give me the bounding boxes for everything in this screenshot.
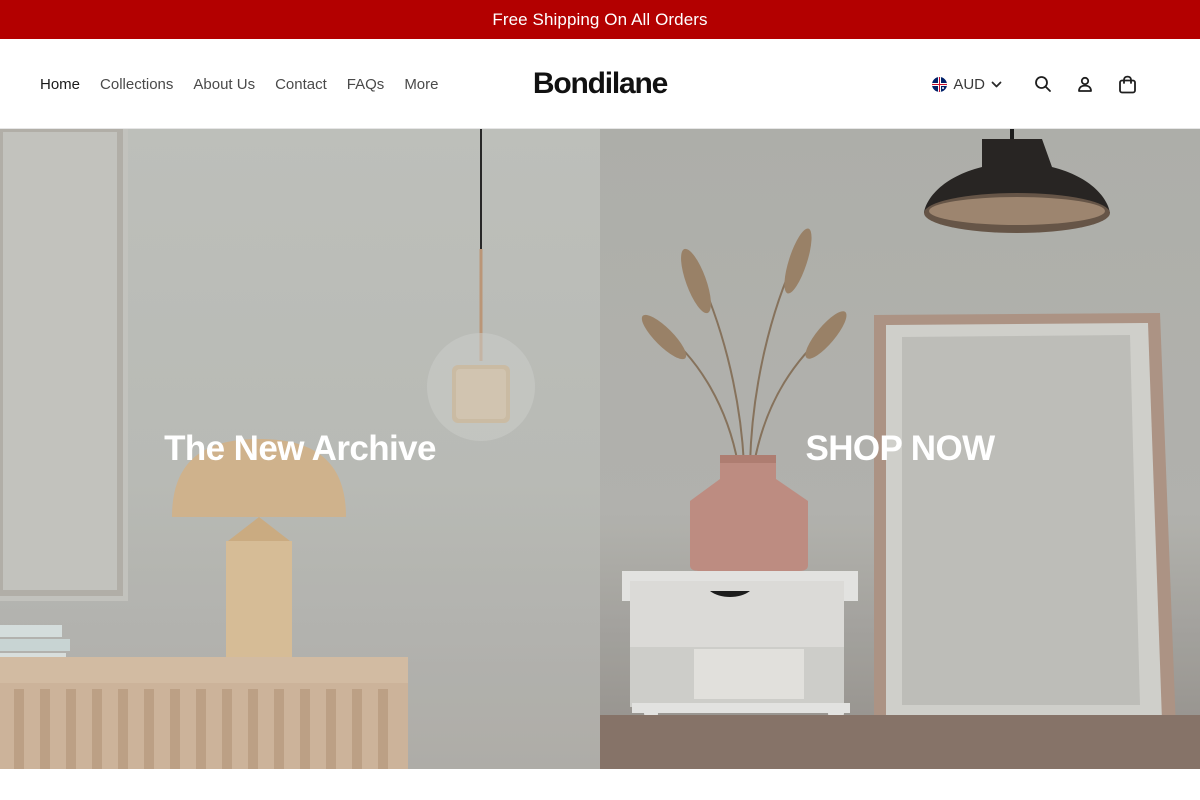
chevron-down-icon [991, 81, 1002, 87]
currency-selector[interactable]: AUD [932, 76, 1002, 93]
announcement-bar: Free Shipping On All Orders [0, 0, 1200, 39]
hero-heading-new-archive[interactable]: The New Archive [0, 427, 600, 471]
nav-item-about-us[interactable]: About Us [193, 76, 255, 93]
hero-banner: The New Archive SHOP NOW [0, 129, 1200, 769]
search-icon [1035, 76, 1051, 92]
site-header: Home Collections About Us Contact FAQs M… [0, 39, 1200, 129]
brand-logo[interactable]: Bondilane [500, 39, 700, 129]
currency-label: AUD [953, 75, 985, 93]
hero-panel-left[interactable]: The New Archive [0, 129, 600, 769]
hero-panel-right[interactable]: SHOP NOW [600, 129, 1200, 769]
account-button[interactable] [1064, 63, 1106, 105]
nav-item-collections[interactable]: Collections [100, 76, 173, 93]
nav-item-more[interactable]: More [404, 76, 438, 93]
cart-button[interactable] [1106, 63, 1148, 105]
cart-bag-icon [1118, 75, 1136, 93]
header-utilities: AUD [932, 39, 1148, 129]
page-content-below-hero [0, 769, 1200, 800]
main-nav: Home Collections About Us Contact FAQs M… [40, 39, 439, 129]
nav-item-home[interactable]: Home [40, 76, 80, 93]
hero-heading-shop-now[interactable]: SHOP NOW [600, 427, 1200, 471]
nav-item-faqs[interactable]: FAQs [347, 76, 385, 93]
announcement-text: Free Shipping On All Orders [492, 9, 708, 29]
australia-flag-icon [932, 76, 948, 92]
nav-item-contact[interactable]: Contact [275, 76, 327, 93]
account-icon [1078, 76, 1092, 92]
search-button[interactable] [1022, 63, 1064, 105]
